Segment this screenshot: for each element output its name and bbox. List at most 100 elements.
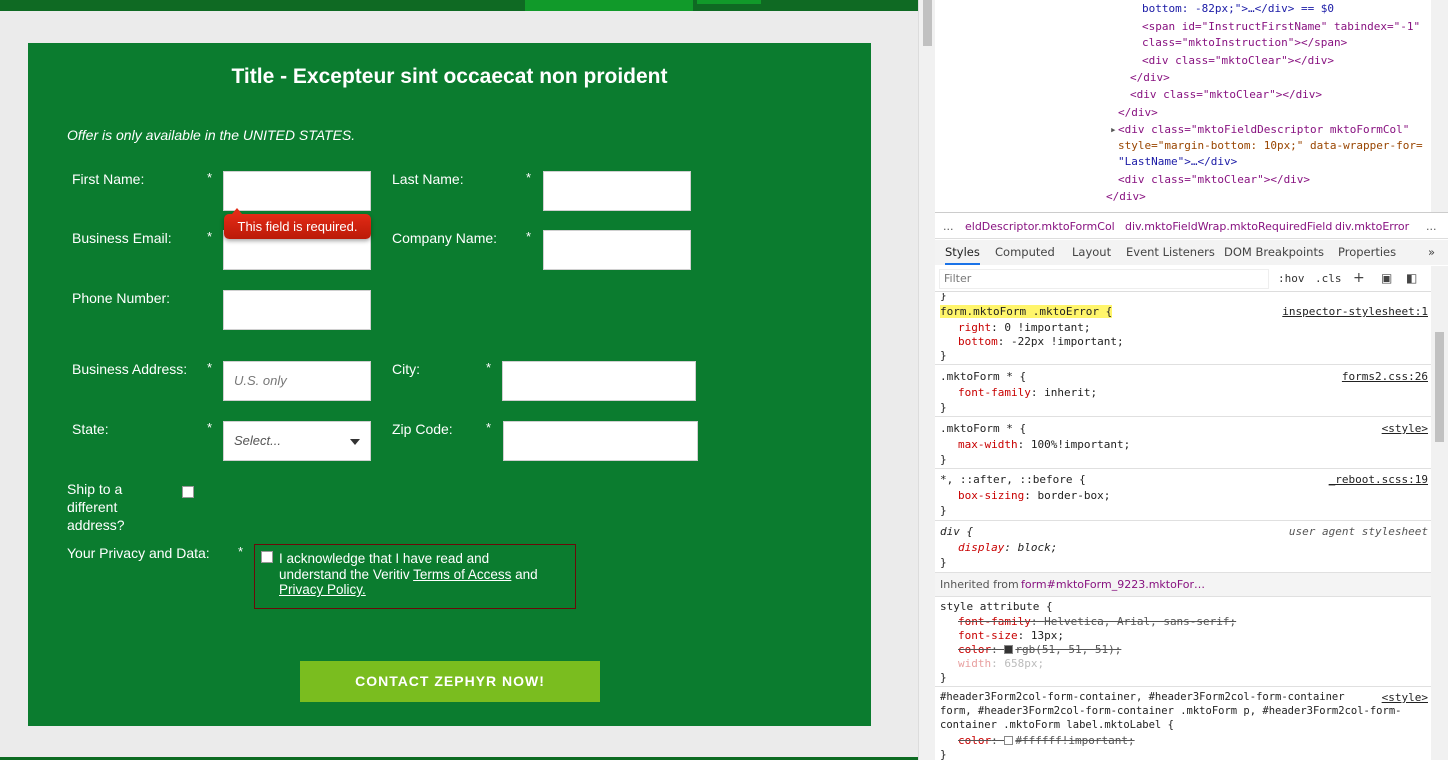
rule-selector[interactable]: style attribute {	[940, 600, 1053, 613]
first-name-input[interactable]	[223, 171, 371, 211]
dom-line[interactable]: </div>	[1106, 190, 1146, 203]
header-tab-secondary[interactable]	[697, 0, 761, 4]
required-mark: *	[526, 170, 532, 185]
color-swatch-icon[interactable]	[1004, 736, 1014, 745]
property-value[interactable]: inherit;	[1044, 386, 1097, 399]
rule-source-link[interactable]: <style>	[1382, 691, 1428, 704]
contact-submit-button[interactable]: CONTACT ZEPHYR NOW!	[300, 661, 600, 702]
property-value[interactable]: border-box;	[1037, 489, 1110, 502]
terms-of-access-link[interactable]: Terms of Access	[413, 567, 511, 582]
property-value[interactable]: 100%!important;	[1031, 438, 1130, 451]
web-page: Title - Excepteur sint occaecat non proi…	[0, 0, 918, 760]
sidebar-toggle-icon[interactable]: ◧	[1406, 271, 1417, 285]
styles-scrollbar[interactable]	[1431, 266, 1448, 760]
privacy-checkbox[interactable]	[261, 551, 273, 563]
rule-selector[interactable]: div {	[940, 525, 973, 538]
property-name[interactable]: width	[958, 657, 991, 670]
tab-properties[interactable]: Properties	[1338, 245, 1396, 259]
inherited-from-link[interactable]: form#mktoForm_9223.mktoFor…	[1021, 578, 1205, 591]
rule-source-link[interactable]: <style>	[1382, 422, 1428, 435]
dom-line[interactable]: <div class="mktoClear"></div>	[1142, 54, 1334, 67]
property-name[interactable]: display	[958, 541, 1004, 554]
breadcrumb-item[interactable]: div.mktoError	[1335, 220, 1409, 233]
property-name[interactable]: box-sizing	[958, 489, 1024, 502]
rule-selector[interactable]: *, ::after, ::before {	[940, 473, 1086, 486]
last-name-input[interactable]	[543, 171, 691, 211]
property-name[interactable]: font-family	[958, 615, 1031, 628]
rule-selector[interactable]: #header3Form2col-form-container, #header…	[940, 691, 1345, 703]
rule-selector[interactable]: .mktoForm * {	[940, 370, 1026, 383]
property-name[interactable]: right	[958, 321, 991, 334]
zip-code-input[interactable]	[503, 421, 698, 461]
inherited-header: Inherited from form#mktoForm_9223.mktoFo…	[935, 573, 1431, 597]
breadcrumb: ... eldDescriptor.mktoFormCol div.mktoFi…	[935, 212, 1448, 239]
company-name-input[interactable]	[543, 230, 691, 270]
property-value[interactable]: 658px;	[1004, 657, 1044, 670]
breadcrumb-more[interactable]: ...	[943, 220, 954, 233]
rule-selector[interactable]: .mktoForm * {	[940, 422, 1026, 435]
tab-computed[interactable]: Computed	[995, 245, 1055, 259]
dom-line[interactable]: "LastName">…</div>	[1118, 155, 1237, 168]
tab-dom-breakpoints[interactable]: DOM Breakpoints	[1224, 245, 1324, 259]
property-value[interactable]: 0 !important;	[1004, 321, 1090, 334]
dom-line[interactable]: class="mktoInstruction"></span>	[1142, 36, 1347, 49]
property-value[interactable]: 13px;	[1031, 629, 1064, 642]
privacy-text-part: understand the Veritiv	[279, 566, 414, 582]
dom-line[interactable]: <div class="mktoClear"></div>	[1118, 173, 1310, 186]
property-name[interactable]: bottom	[958, 335, 998, 348]
dom-line[interactable]: </div>	[1118, 106, 1158, 119]
privacy-text-part: I acknowledge that I have read and	[279, 551, 490, 566]
ship-different-checkbox[interactable]	[182, 486, 194, 498]
property-value[interactable]: Helvetica, Arial, sans-serif;	[1044, 615, 1236, 628]
page-scrollbar-thumb[interactable]	[923, 0, 932, 46]
header-tab[interactable]	[525, 0, 693, 11]
color-swatch-icon[interactable]	[1004, 645, 1014, 654]
breadcrumb-item[interactable]: div.mktoFieldWrap.mktoRequiredField	[1125, 220, 1332, 233]
styles-filter-input[interactable]: Filter	[939, 269, 1269, 289]
city-input[interactable]	[502, 361, 696, 401]
business-address-input[interactable]: U.S. only	[223, 361, 371, 401]
expand-triangle-icon[interactable]: ▸	[1110, 123, 1117, 136]
rule-selector[interactable]: form, #header3Form2col-form-container .m…	[940, 705, 1401, 717]
dom-scrollbar[interactable]	[1431, 0, 1448, 212]
styles-scrollbar-thumb[interactable]	[1435, 332, 1444, 442]
rule-source-link[interactable]: forms2.css:26	[1342, 370, 1428, 383]
dom-line[interactable]: <div class="mktoFieldDescriptor mktoForm…	[1118, 123, 1409, 136]
rule-source-link[interactable]: _reboot.scss:19	[1329, 473, 1428, 486]
property-name[interactable]: font-family	[958, 386, 1031, 399]
tab-styles[interactable]: Styles	[945, 245, 980, 265]
rule-selector[interactable]: form.mktoForm .mktoError {	[940, 305, 1113, 318]
phone-number-input[interactable]	[223, 290, 371, 330]
property-value[interactable]: -22px !important;	[1011, 335, 1124, 348]
state-select[interactable]: Select...	[223, 421, 371, 461]
breadcrumb-item[interactable]: eldDescriptor.mktoFormCol	[965, 220, 1115, 233]
property-name[interactable]: font-size	[958, 629, 1018, 642]
rule-source-link[interactable]: inspector-stylesheet:1	[1282, 305, 1428, 318]
dom-line[interactable]: <span id="InstructFirstName" tabindex="-…	[1142, 20, 1420, 33]
required-mark: *	[207, 360, 213, 375]
cls-toggle[interactable]: .cls	[1315, 272, 1342, 285]
page-scrollbar[interactable]	[918, 0, 935, 760]
plus-icon[interactable]: +	[1353, 270, 1365, 286]
dom-line[interactable]: <div class="mktoClear"></div>	[1130, 88, 1322, 101]
required-mark: *	[207, 420, 213, 435]
property-name[interactable]: color	[958, 734, 991, 747]
rule-selector[interactable]: container .mktoForm label.mktoLabel {	[940, 719, 1174, 731]
tab-overflow[interactable]: »	[1428, 245, 1435, 259]
property-name[interactable]: color	[958, 643, 991, 656]
property-name[interactable]: max-width	[958, 438, 1018, 451]
tab-event-listeners[interactable]: Event Listeners	[1126, 245, 1215, 259]
property-value[interactable]: rgb(51, 51, 51);	[1015, 643, 1121, 656]
dom-line[interactable]: style="margin-bottom: 10px;" data-wrappe…	[1118, 139, 1423, 152]
hov-toggle[interactable]: :hov	[1278, 272, 1305, 285]
privacy-policy-link[interactable]: Privacy Policy.	[279, 582, 366, 597]
dom-line[interactable]: </div>	[1130, 71, 1170, 84]
dom-line[interactable]: bottom: -82px;">…</div> == $0	[1142, 2, 1334, 15]
property-value[interactable]: #ffffff!important;	[1015, 734, 1134, 747]
paint-icon[interactable]: ▣	[1381, 271, 1392, 285]
business-address-label: Business Address:	[72, 361, 188, 377]
property-value[interactable]: block;	[1018, 541, 1058, 554]
privacy-consent-box: I acknowledge that I have read and under…	[254, 544, 576, 609]
tab-layout[interactable]: Layout	[1072, 245, 1111, 259]
breadcrumb-more[interactable]: ...	[1426, 220, 1437, 233]
